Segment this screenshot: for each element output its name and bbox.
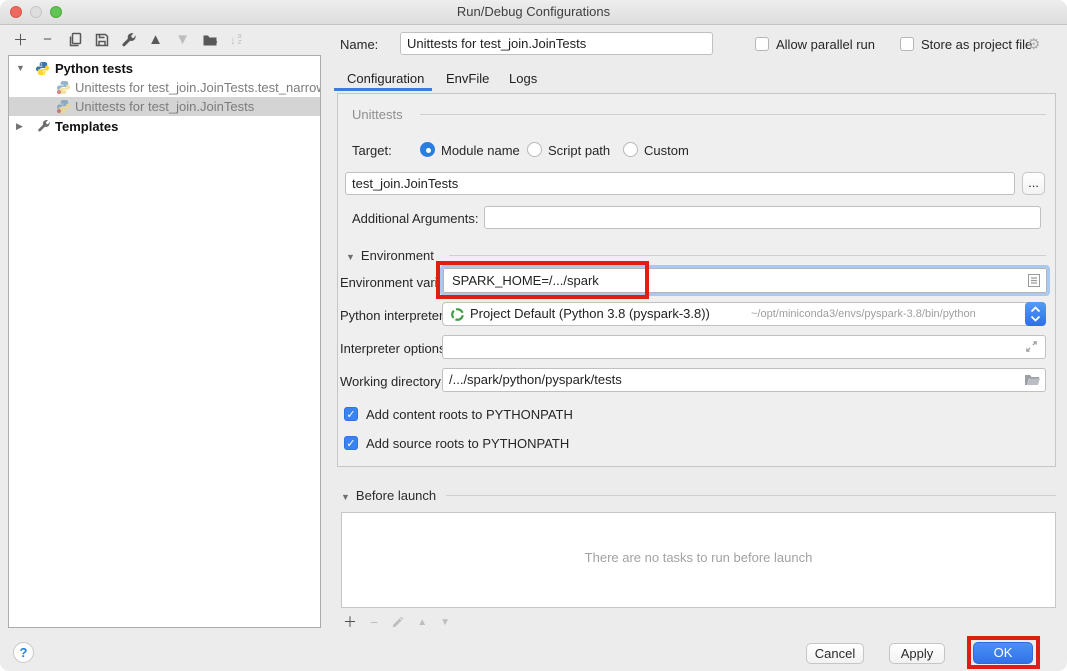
add-content-roots-checkbox[interactable]: ✓ <box>344 407 358 421</box>
tab-logs[interactable]: Logs <box>509 71 537 86</box>
configurations-toolbar: ＋ − ▲ ▼ ↓ａｚ <box>12 31 245 48</box>
before-launch-empty-text: There are no tasks to run before launch <box>342 550 1055 565</box>
browse-target-button[interactable]: ... <box>1022 172 1045 195</box>
title-bar: Run/Debug Configurations <box>0 0 1067 25</box>
remove-task-icon: − <box>370 614 378 630</box>
python-interpreter-label: Python interpreter: <box>340 308 447 323</box>
gear-icon[interactable]: ⚙ <box>1027 35 1040 53</box>
radio-custom[interactable] <box>623 142 638 157</box>
additional-arguments-label: Additional Arguments: <box>352 211 478 226</box>
move-up-icon[interactable]: ▲ <box>147 31 164 48</box>
chevron-down-icon: ▼ <box>341 492 350 502</box>
chevron-down-icon[interactable]: ▼ <box>16 59 25 78</box>
tree-item-templates[interactable]: ▶ Templates <box>9 117 320 136</box>
apply-button[interactable]: Apply <box>889 643 945 664</box>
add-source-roots-checkbox[interactable]: ✓ <box>344 436 358 450</box>
save-configuration-icon[interactable] <box>93 31 110 48</box>
add-content-roots-label: Add content roots to PYTHONPATH <box>366 407 573 422</box>
conda-environment-icon <box>450 307 465 322</box>
help-button[interactable]: ? <box>13 642 34 663</box>
store-as-project-file-label: Store as project file <box>921 37 1032 52</box>
remove-configuration-icon[interactable]: − <box>39 31 56 48</box>
chevron-down-icon: ▼ <box>346 252 355 262</box>
before-launch-toolbar: ＋ − ▲ ▼ <box>343 612 450 632</box>
python-icon <box>35 61 50 76</box>
name-label: Name: <box>340 37 378 52</box>
tree-item-python-tests[interactable]: ▼ Python tests <box>9 59 320 78</box>
tab-envfile[interactable]: EnvFile <box>446 71 489 86</box>
environment-section-title: Environment <box>361 248 434 263</box>
radio-module-name-label: Module name <box>441 143 520 158</box>
tree-item-label: Unittests for test_join.JoinTests <box>75 97 254 116</box>
interpreter-options-label: Interpreter options: <box>340 341 449 356</box>
wrench-icon <box>37 119 52 134</box>
expand-field-icon[interactable] <box>1024 339 1039 354</box>
active-tab-underline <box>334 88 432 91</box>
environment-variables-value: SPARK_HOME=/.../spark <box>452 273 599 288</box>
copy-configuration-icon[interactable] <box>66 31 83 48</box>
configurations-tree: ▼ Python tests Unittests for test_join.J… <box>8 55 321 628</box>
sort-alphabetically-icon: ↓ａｚ <box>228 31 245 48</box>
dropdown-spinner-icon[interactable] <box>1025 302 1046 326</box>
target-label: Target: <box>352 143 392 158</box>
section-rule <box>446 495 1056 496</box>
tree-item-unittests-jointests-selected[interactable]: Unittests for test_join.JoinTests <box>9 97 320 116</box>
add-source-roots-label: Add source roots to PYTHONPATH <box>366 436 569 451</box>
edit-templates-wrench-icon[interactable] <box>120 31 137 48</box>
allow-parallel-run-label: Allow parallel run <box>776 37 875 52</box>
python-interpreter-value: Project Default (Python 3.8 (pyspark-3.8… <box>470 306 710 321</box>
working-directory-input[interactable]: /.../spark/python/pyspark/tests <box>442 368 1046 392</box>
tree-item-label: Python tests <box>55 59 133 78</box>
before-launch-task-list[interactable]: There are no tasks to run before launch <box>341 512 1056 608</box>
window-title: Run/Debug Configurations <box>0 4 1067 19</box>
move-task-down-icon: ▼ <box>440 617 450 628</box>
radio-custom-label: Custom <box>644 143 689 158</box>
radio-script-path[interactable] <box>527 142 542 157</box>
edit-variables-list-icon[interactable] <box>1027 273 1041 288</box>
add-task-icon[interactable]: ＋ <box>343 612 357 632</box>
target-input[interactable]: test_join.JoinTests <box>345 172 1015 195</box>
python-interpreter-path: ~/opt/miniconda3/envs/pyspark-3.8/bin/py… <box>751 308 976 320</box>
move-task-up-icon: ▲ <box>417 617 427 628</box>
before-launch-section-title: Before launch <box>356 488 436 503</box>
before-launch-section-header[interactable]: ▼ Before launch <box>341 488 436 503</box>
environment-variables-input[interactable]: SPARK_HOME=/.../spark <box>440 265 1050 296</box>
section-rule <box>449 255 1046 256</box>
interpreter-options-input[interactable] <box>442 335 1046 359</box>
python-test-icon <box>56 99 71 114</box>
tab-configuration[interactable]: Configuration <box>347 71 424 86</box>
python-interpreter-select[interactable]: Project Default (Python 3.8 (pyspark-3.8… <box>442 302 1046 326</box>
browse-folder-icon[interactable] <box>1024 372 1040 387</box>
ok-button[interactable]: OK <box>973 642 1033 664</box>
environment-section-header[interactable]: ▼ Environment <box>346 248 434 263</box>
unittests-group-title: Unittests <box>352 107 403 122</box>
allow-parallel-run-checkbox[interactable] <box>755 37 769 51</box>
new-folder-icon[interactable] <box>201 31 218 48</box>
group-rule <box>420 114 1046 115</box>
tree-item-label: Unittests for test_join.JoinTests.test_n… <box>75 78 321 97</box>
tree-item-unittests-test-narrow[interactable]: Unittests for test_join.JoinTests.test_n… <box>9 78 320 97</box>
cancel-button[interactable]: Cancel <box>806 643 864 664</box>
radio-script-path-label: Script path <box>548 143 610 158</box>
add-configuration-icon[interactable]: ＋ <box>12 31 29 48</box>
edit-task-pencil-icon <box>391 616 404 629</box>
run-debug-configurations-dialog: Run/Debug Configurations ＋ − ▲ ▼ ↓ａｚ ▼ P… <box>0 0 1067 671</box>
chevron-right-icon[interactable]: ▶ <box>16 117 23 136</box>
move-down-icon: ▼ <box>174 31 191 48</box>
store-as-project-file-checkbox[interactable] <box>900 37 914 51</box>
python-test-icon <box>56 80 71 95</box>
tree-item-label: Templates <box>55 117 118 136</box>
working-directory-label: Working directory: <box>340 374 445 389</box>
radio-module-name[interactable] <box>420 142 435 157</box>
name-input[interactable]: Unittests for test_join.JoinTests <box>400 32 713 55</box>
additional-arguments-input[interactable] <box>484 206 1041 229</box>
